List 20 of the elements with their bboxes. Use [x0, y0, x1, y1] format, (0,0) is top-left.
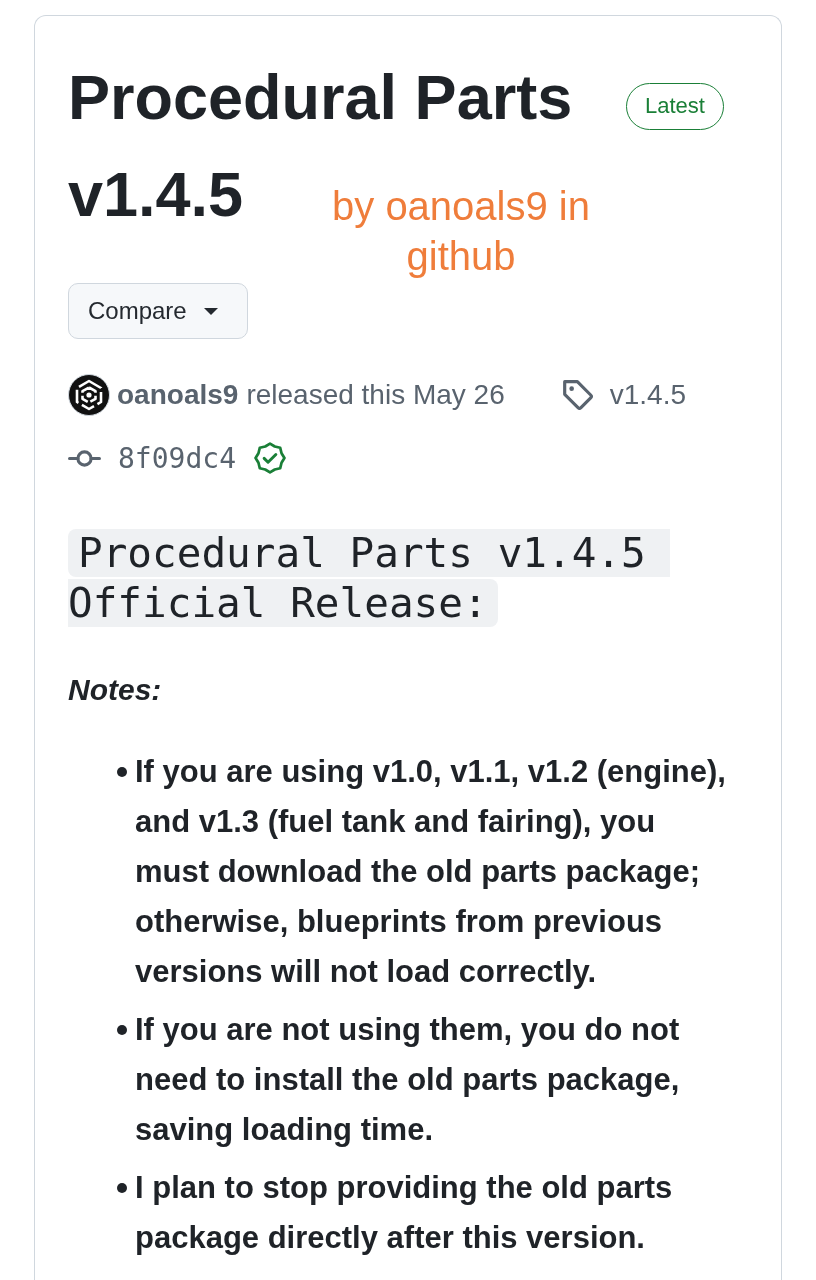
author-link[interactable]: oanoals9	[117, 379, 239, 411]
verified-check-icon[interactable]	[254, 442, 286, 474]
release-title: v1.4.5	[68, 158, 244, 231]
notes-label: Notes:	[68, 672, 163, 708]
release-date-text: released this May 26	[246, 379, 505, 411]
list-item-text: If you are not using them, you do not need to install the old parts package, saving loading time.	[135, 1011, 681, 1149]
commit-link[interactable]: 8f09dc4	[118, 441, 236, 475]
release-title: Procedural Parts	[68, 61, 573, 134]
avatar-icon[interactable]	[68, 374, 110, 416]
tag-icon	[562, 380, 593, 410]
bullet-icon	[117, 1183, 127, 1193]
tag-link[interactable]: v1.4.5	[609, 379, 687, 411]
annotation-text: by oanoals9 in github	[331, 183, 591, 280]
list-item-text: If you are using v1.0, v1.1, v1.2 (engine), and v1.3 (fuel tank and fairing), you must download the old parts package; otherwise, blueprints from previous versions will not load correctly.	[135, 753, 727, 991]
commit-icon	[68, 449, 101, 467]
list-item-text: I plan to stop providing the old parts package directly after this version.	[135, 1169, 674, 1257]
bullet-icon	[117, 767, 127, 777]
caret-icon	[203, 307, 218, 315]
bullet-icon	[117, 1025, 127, 1035]
compare-button[interactable]: Compare	[68, 283, 248, 339]
